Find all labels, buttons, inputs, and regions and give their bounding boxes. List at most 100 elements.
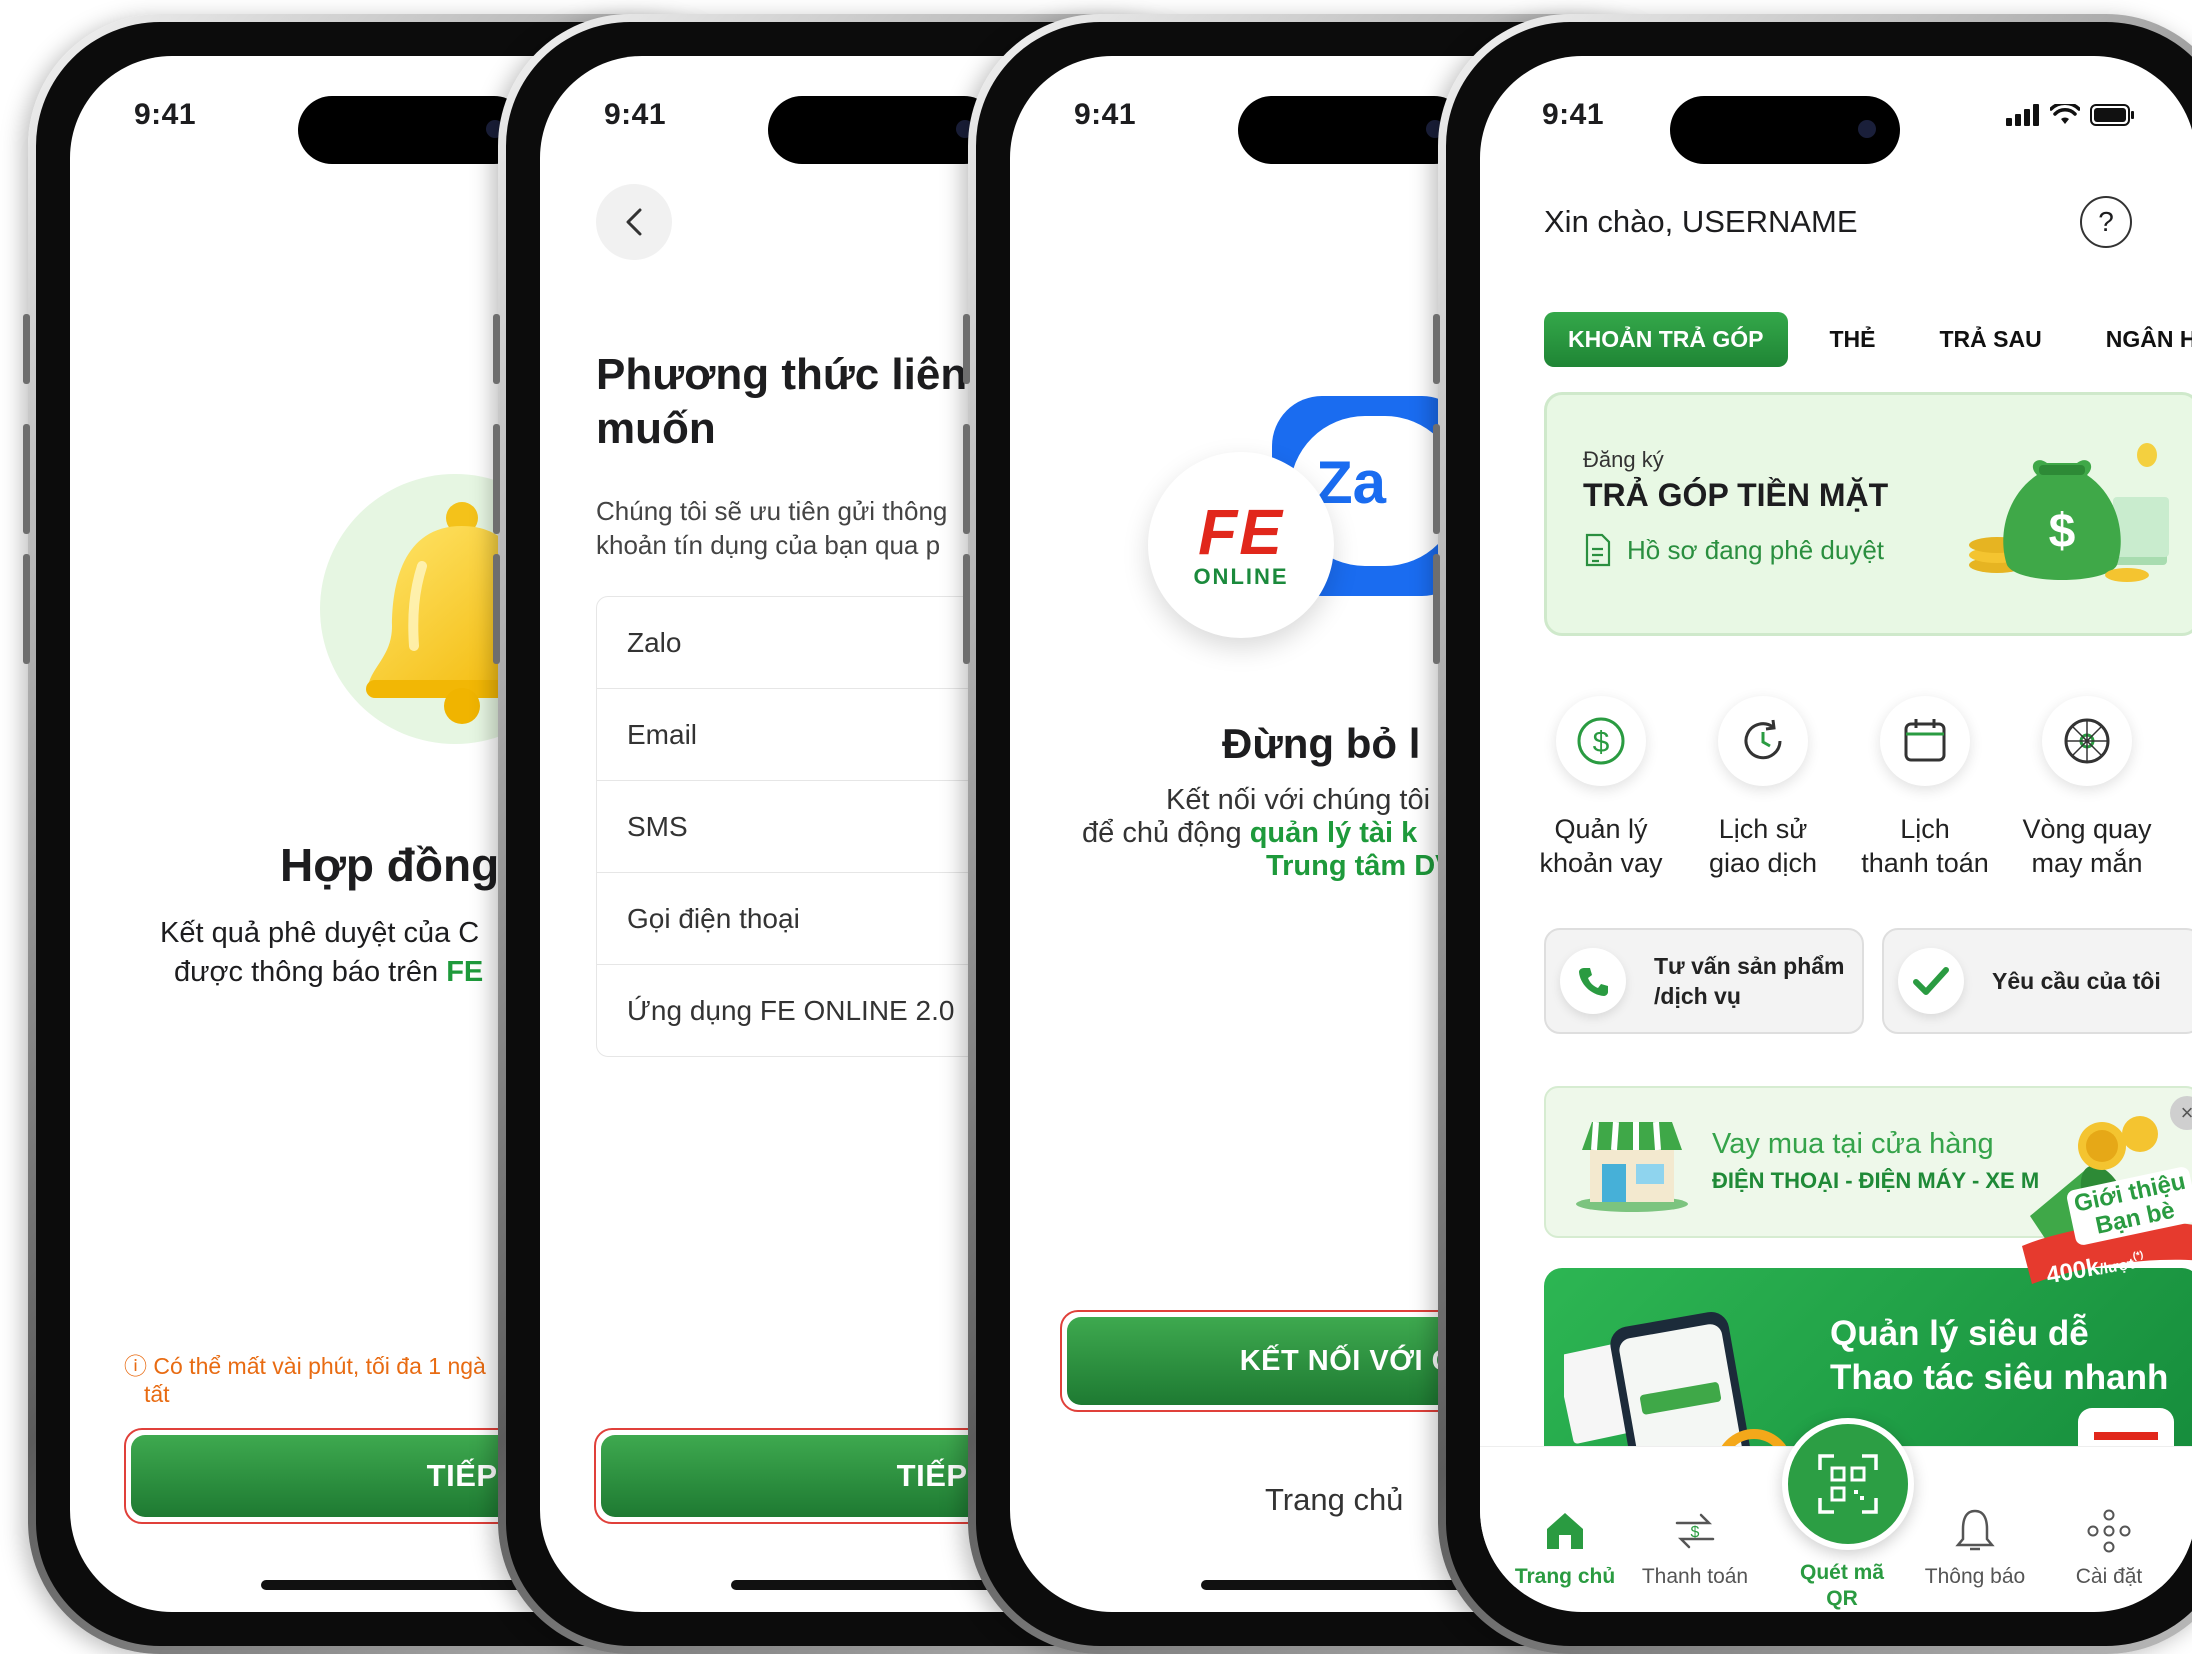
tab-label: Cài đặt xyxy=(2075,1565,2143,1588)
zalo-logo-text: Za xyxy=(1316,449,1387,516)
side-button xyxy=(963,314,970,384)
qr-label-line: Quét mã xyxy=(1799,1561,1885,1584)
title-line: Phương thức liên h xyxy=(596,350,1007,399)
svg-text:$: $ xyxy=(2049,505,2076,558)
banner-line2: Thao tác siêu nhanh xyxy=(1830,1358,2169,1397)
tab-settings[interactable]: Cài đặt xyxy=(2044,1497,2174,1589)
tab-paylater[interactable]: TRẢ SAU xyxy=(1918,312,2064,367)
tab-digital-bank[interactable]: NGÂN HÀNG SỐ xyxy=(2084,312,2192,367)
calendar-icon xyxy=(1904,719,1946,762)
tab-home[interactable]: Trang chủ xyxy=(1500,1497,1630,1589)
scan-qr-button[interactable] xyxy=(1782,1418,1914,1550)
tab-payment[interactable]: $ Thanh toán xyxy=(1630,1497,1760,1589)
pill-label: /dịch vụ xyxy=(1654,983,1741,1009)
lucky-wheel-icon xyxy=(2064,718,2110,764)
product-tabs: KHOẢN TRẢ GÓP THẺ TRẢ SAU NGÂN HÀNG SỐ xyxy=(1544,312,2192,367)
chevron-left-icon xyxy=(626,208,642,236)
tab-label: Thanh toán xyxy=(1641,1565,1749,1588)
quick-action-label: Vòng quay xyxy=(2022,814,2152,844)
home-link[interactable]: Trang chủ xyxy=(1265,1482,1403,1518)
desc-line: Kết nối với chúng tôi xyxy=(1166,784,1431,816)
status-time: 9:41 xyxy=(134,98,197,131)
status-time: 9:41 xyxy=(1074,98,1137,131)
quick-action-label: Quản lý xyxy=(1554,814,1648,844)
dynamic-island xyxy=(768,96,998,164)
money-bag-icon: $ xyxy=(1969,443,2169,582)
referral-badge[interactable]: Giới thiệu Bạn bè 400k/lượt(*) xyxy=(2010,1106,2192,1306)
back-button[interactable] xyxy=(596,184,672,260)
tab-label: Trang chủ xyxy=(1514,1565,1616,1588)
side-button xyxy=(493,314,500,384)
dynamic-island xyxy=(1670,96,1900,164)
side-button xyxy=(1433,314,1440,384)
tab-card[interactable]: THẺ xyxy=(1808,312,1898,367)
loan-card-title: TRẢ GÓP TIỀN MẶT xyxy=(1583,477,1889,513)
quick-action-label: khoản vay xyxy=(1539,848,1663,878)
quick-action-label: giao dịch xyxy=(1708,848,1818,878)
quick-action-transaction-history[interactable]: Lịch sử giao dịch xyxy=(1688,696,1838,880)
svg-text:$: $ xyxy=(1593,726,1610,759)
quick-action-label: Lịch xyxy=(1900,814,1950,844)
consult-product-button[interactable]: Tư vấn sản phẩm/dịch vụ xyxy=(1544,928,1864,1034)
promo-line1: Vay mua tại cửa hàng xyxy=(1712,1128,1994,1160)
payment-transfer-icon: $ xyxy=(1675,1513,1715,1549)
quick-action-loan-manage[interactable]: $ Quản lý khoản vay xyxy=(1526,696,1676,880)
battery-icon xyxy=(2090,104,2134,126)
settings-dots-icon xyxy=(2087,1509,2131,1553)
contact-method-title: Phương thức liên h muốn xyxy=(596,348,1006,456)
store-icon xyxy=(1576,1121,1688,1212)
side-button xyxy=(493,424,500,534)
signal-icon xyxy=(2006,104,2039,126)
side-button xyxy=(963,554,970,664)
home-indicator[interactable] xyxy=(1200,1580,1481,1590)
side-button xyxy=(23,554,30,664)
title-line: muốn xyxy=(596,404,716,453)
svg-text:$: $ xyxy=(1691,1524,1700,1541)
home-icon xyxy=(1547,1513,1583,1549)
pill-label: Tư vấn sản phẩm xyxy=(1654,953,1845,979)
phone-screen: 9:41 Xin chào, USERNAME ? KHOẢN TRẢ GÓP … xyxy=(1480,56,2192,1612)
online-logo-text: ONLINE xyxy=(1193,564,1289,589)
history-icon xyxy=(1744,719,1782,760)
contact-method-description: Chúng tôi sẽ ưu tiên gửi thông khoản tín… xyxy=(596,494,947,562)
warning-text: Có thể mất vài phút, tối đa 1 ngà xyxy=(153,1353,486,1379)
phone-bezel: 9:41 Xin chào, USERNAME ? KHOẢN TRẢ GÓP … xyxy=(1446,22,2192,1646)
wifi-icon xyxy=(2050,104,2080,124)
banner-line1: Quản lý siêu dễ xyxy=(1830,1314,2089,1353)
quick-action-lucky-wheel[interactable]: Vòng quay may mắn xyxy=(2012,696,2162,880)
wait-warning: ⓘ Có thể mất vài phút, tối đa 1 ngà tất xyxy=(124,1352,486,1408)
cash-loan-card[interactable]: Đăng ký TRẢ GÓP TIỀN MẶT Hồ sơ đang phê … xyxy=(1544,392,2192,636)
greeting-text: Xin chào, USERNAME xyxy=(1544,204,1858,239)
quick-action-payment-schedule[interactable]: Lịch thanh toán xyxy=(1850,696,2000,880)
desc-text: được thông báo trên xyxy=(174,956,447,988)
my-requests-button[interactable]: Yêu cầu của tôi xyxy=(1882,928,2192,1034)
desc-highlight: quản lý tài k xyxy=(1249,817,1418,849)
quick-action-label: may mắn xyxy=(2031,848,2143,878)
dynamic-island xyxy=(1238,96,1468,164)
checkmark-icon xyxy=(1913,967,1949,995)
home-indicator[interactable] xyxy=(730,1580,1011,1590)
fe-logo-text: FE xyxy=(1198,496,1284,568)
side-button xyxy=(1433,554,1440,664)
side-button xyxy=(1433,424,1440,534)
desc-line: Chúng tôi sẽ ưu tiên gửi thông xyxy=(596,496,948,526)
scan-qr-label: Quét mã QR xyxy=(1782,1560,1902,1612)
side-button xyxy=(23,424,30,534)
home-indicator[interactable] xyxy=(260,1580,541,1590)
warning-text: tất xyxy=(144,1381,170,1407)
desc-text: để chủ động xyxy=(1082,817,1250,849)
dollar-circle-icon: $ xyxy=(1577,717,1625,765)
notification-bell-icon xyxy=(1955,1509,1995,1551)
document-icon xyxy=(1585,533,1611,567)
phone-mockup-home: 9:41 Xin chào, USERNAME ? KHOẢN TRẢ GÓP … xyxy=(1433,14,2192,1654)
status-time: 9:41 xyxy=(1542,98,1605,131)
tab-label: Thông báo xyxy=(1924,1565,2026,1588)
connect-title: Đừng bỏ l xyxy=(1222,720,1421,767)
side-button xyxy=(23,314,30,384)
help-icon[interactable]: ? xyxy=(2080,196,2132,248)
side-button xyxy=(963,424,970,534)
tab-notifications[interactable]: Thông báo xyxy=(1910,1497,2040,1589)
tab-installment-loan[interactable]: KHOẢN TRẢ GÓP xyxy=(1544,312,1788,367)
side-button xyxy=(493,554,500,664)
desc-highlight: FE xyxy=(446,956,484,988)
